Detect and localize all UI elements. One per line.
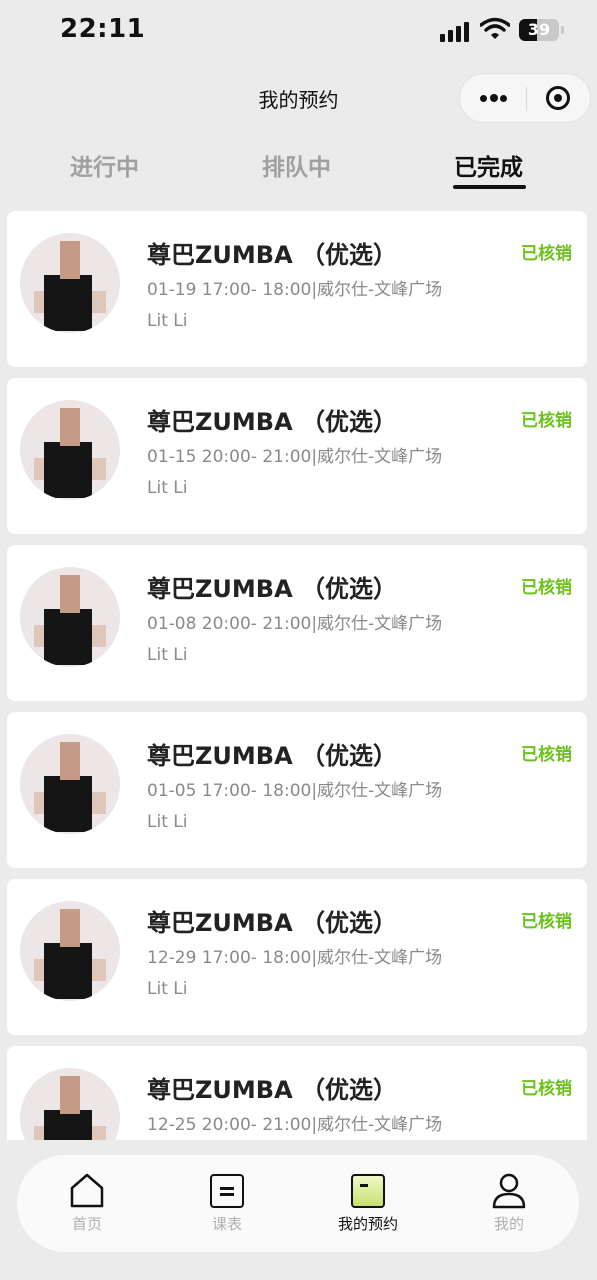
active-tab-indicator: [453, 185, 526, 189]
tabbar-item-my-bookings[interactable]: 我的预约: [313, 1155, 423, 1252]
battery-level: 39: [527, 20, 551, 39]
status-tabs: 进行中 排队中 已完成: [0, 140, 597, 190]
class-title: 尊巴ZUMBA （优选）: [147, 408, 397, 436]
booking-card[interactable]: 尊巴ZUMBA （优选） 12-25 20:00- 21:00|威尔仕-文峰广场…: [7, 1046, 587, 1141]
bottom-tab-bar: 首页 课表 我的预约 我的: [17, 1155, 579, 1252]
tabbar-label: 课表: [211, 1215, 242, 1233]
coach-avatar: [20, 1068, 120, 1141]
booking-card[interactable]: 尊巴ZUMBA （优选） 01-19 17:00- 18:00|威尔仕-文峰广场…: [7, 211, 587, 367]
class-time-location: 01-05 17:00- 18:00|威尔仕-文峰广场: [147, 781, 443, 801]
user-icon: [492, 1173, 526, 1209]
tab-in-progress[interactable]: 进行中: [70, 148, 139, 182]
class-time-location: 01-19 17:00- 18:00|威尔仕-文峰广场: [147, 280, 443, 300]
class-title: 尊巴ZUMBA （优选）: [147, 575, 397, 603]
coach-name: Lit Li: [147, 645, 188, 665]
class-title: 尊巴ZUMBA （优选）: [147, 241, 397, 269]
class-time-location: 01-15 20:00- 21:00|威尔仕-文峰广场: [147, 447, 443, 467]
status-badge: 已核销: [521, 578, 572, 598]
booking-list: 尊巴ZUMBA （优选） 01-19 17:00- 18:00|威尔仕-文峰广场…: [7, 211, 587, 1141]
tab-completed[interactable]: 已完成: [454, 148, 523, 182]
status-badge: 已核销: [521, 912, 572, 932]
miniprogram-capsule: [459, 73, 591, 123]
tabbar-label: 首页: [71, 1215, 102, 1233]
tab-queued[interactable]: 排队中: [262, 148, 331, 182]
coach-name: Lit Li: [147, 478, 188, 498]
capsule-divider: [526, 87, 527, 111]
booking-card[interactable]: 尊巴ZUMBA （优选） 01-08 20:00- 21:00|威尔仕-文峰广场…: [7, 545, 587, 701]
tabbar-label: 我的: [493, 1215, 524, 1233]
class-title: 尊巴ZUMBA （优选）: [147, 1076, 397, 1104]
coach-avatar: [20, 567, 120, 667]
battery-tip: [561, 26, 564, 34]
booking-icon: [351, 1174, 385, 1208]
cellular-signal-icon: [440, 20, 472, 42]
class-time-location: 12-29 17:00- 18:00|威尔仕-文峰广场: [147, 948, 443, 968]
close-miniprogram-icon[interactable]: [546, 86, 570, 110]
coach-avatar: [20, 734, 120, 834]
more-icon[interactable]: [478, 88, 508, 108]
wifi-icon: [479, 17, 511, 45]
coach-avatar: [20, 233, 120, 333]
coach-name: Lit Li: [147, 311, 188, 331]
battery-icon: 39: [519, 19, 559, 41]
status-bar: 22:11 39: [0, 0, 597, 60]
status-badge: 已核销: [521, 244, 572, 264]
tabbar-item-home[interactable]: 首页: [32, 1155, 142, 1252]
status-badge: 已核销: [521, 745, 572, 765]
class-title: 尊巴ZUMBA （优选）: [147, 742, 397, 770]
class-time-location: 01-08 20:00- 21:00|威尔仕-文峰广场: [147, 614, 443, 634]
booking-card[interactable]: 尊巴ZUMBA （优选） 01-15 20:00- 21:00|威尔仕-文峰广场…: [7, 378, 587, 534]
home-icon: [70, 1173, 104, 1209]
booking-card[interactable]: 尊巴ZUMBA （优选） 01-05 17:00- 18:00|威尔仕-文峰广场…: [7, 712, 587, 868]
coach-avatar: [20, 901, 120, 1001]
coach-name: Lit Li: [147, 812, 188, 832]
coach-avatar: [20, 400, 120, 500]
tabbar-item-schedule[interactable]: 课表: [172, 1155, 282, 1252]
status-badge: 已核销: [521, 1079, 572, 1099]
tabbar-item-profile[interactable]: 我的: [454, 1155, 564, 1252]
class-time-location: 12-25 20:00- 21:00|威尔仕-文峰广场: [147, 1115, 443, 1135]
status-time: 22:11: [60, 14, 146, 44]
class-title: 尊巴ZUMBA （优选）: [147, 909, 397, 937]
booking-card[interactable]: 尊巴ZUMBA （优选） 12-29 17:00- 18:00|威尔仕-文峰广场…: [7, 879, 587, 1035]
tabbar-label: 我的预约: [337, 1215, 398, 1233]
schedule-icon: [210, 1174, 244, 1208]
coach-name: Lit Li: [147, 979, 188, 999]
status-badge: 已核销: [521, 411, 572, 431]
